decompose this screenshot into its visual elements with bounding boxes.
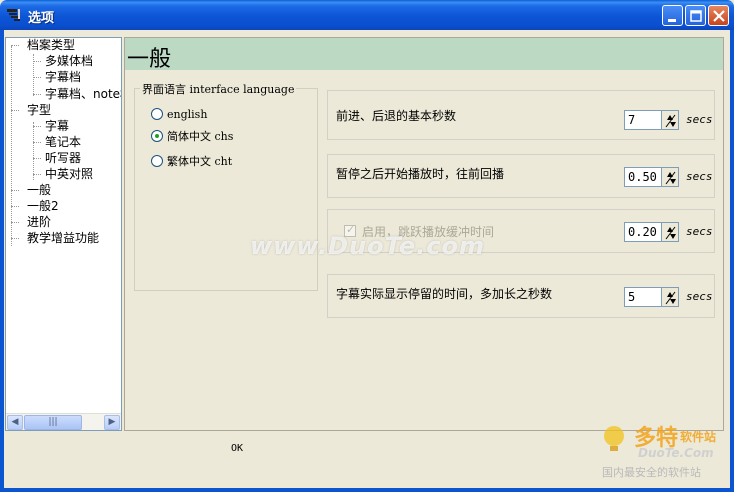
language-groupbox: 界面语言 interface language english 简体中文 chs… <box>134 81 318 291</box>
ok-button[interactable]: OK <box>231 443 243 454</box>
watermark-text: www.DuoTe.com <box>250 232 485 260</box>
spinner-button[interactable] <box>661 222 679 242</box>
close-button[interactable] <box>708 5 729 26</box>
radio-button[interactable] <box>151 155 163 167</box>
radio-label: english <box>167 107 208 121</box>
chevron-left-icon: ◀ <box>11 417 19 427</box>
tree-connector <box>11 46 12 246</box>
tree-connector <box>33 94 41 95</box>
scroll-thumb[interactable]: ||| <box>24 415 82 430</box>
radio-label: 繁体中文 cht <box>167 155 233 168</box>
radio-simplified-chinese[interactable]: 简体中文 chs <box>151 128 233 144</box>
tree-connector <box>11 45 19 46</box>
close-icon <box>713 10 725 22</box>
setting-subtitle-extra-time: 字幕实际显示停留的时间，多加长之秒数 5 secs <box>327 274 715 318</box>
unit-label: secs <box>686 225 713 238</box>
minimize-icon <box>668 19 676 22</box>
scroll-right-button[interactable]: ▶ <box>104 415 120 430</box>
minimize-button[interactable] <box>662 5 683 26</box>
maximize-icon <box>690 10 702 22</box>
tree-connector <box>33 158 41 159</box>
tree-connector <box>33 142 41 143</box>
rewind-seconds-input[interactable]: 0.50 <box>624 167 662 187</box>
tree-connector <box>11 222 19 223</box>
tree-connector <box>11 190 19 191</box>
tree-connector <box>33 126 41 127</box>
tree-item-teaching-features[interactable]: 教学增益功能 <box>27 231 99 245</box>
tree-connector <box>11 238 19 239</box>
bulb-logo-icon <box>604 426 624 451</box>
unit-label: secs <box>686 170 713 183</box>
section-header: 一般 <box>125 38 723 72</box>
tree-item-bilingual[interactable]: 中英对照 <box>45 167 93 181</box>
radio-english[interactable]: english <box>151 106 207 122</box>
tree-item-file-types[interactable]: 档案类型 <box>27 38 75 52</box>
language-group-legend: 界面语言 interface language <box>140 81 297 97</box>
tree-item-advanced[interactable]: 进阶 <box>27 215 51 229</box>
radio-button[interactable] <box>151 130 163 142</box>
jump-buffer-input[interactable]: 0.20 <box>624 222 662 242</box>
section-title: 一般 <box>127 47 172 72</box>
tree-item-notebook[interactable]: 笔记本 <box>45 135 81 149</box>
tree-connector <box>33 77 41 78</box>
logo-url: DuoTe.Com <box>638 446 714 460</box>
grip-icon: ||| <box>48 417 58 427</box>
app-icon <box>6 7 24 23</box>
spinner-arrows-icon <box>665 291 676 305</box>
tree-connector <box>11 206 19 207</box>
tree-item-media-files[interactable]: 多媒体档 <box>45 54 93 68</box>
setting-label: 暂停之后开始播放时，往前回播 <box>336 167 505 181</box>
tree-connector <box>33 174 41 175</box>
seek-seconds-input[interactable]: 7 <box>624 110 662 130</box>
tree-connector <box>11 110 19 111</box>
spinner-arrows-icon <box>665 171 676 185</box>
spinner-button[interactable] <box>661 167 679 187</box>
spinner-arrows-icon <box>665 114 676 128</box>
window-title: 选项 <box>28 11 55 26</box>
setting-label: 前进、后退的基本秒数 <box>336 109 457 123</box>
radio-label: 简体中文 chs <box>167 130 234 143</box>
radio-traditional-chinese[interactable]: 繁体中文 cht <box>151 153 232 169</box>
tree-item-general[interactable]: 一般 <box>27 183 51 197</box>
chevron-right-icon: ▶ <box>108 417 116 427</box>
spinner-arrows-icon <box>665 226 676 240</box>
window-border-left <box>0 30 4 492</box>
spinner-button[interactable] <box>661 287 679 307</box>
radio-button[interactable] <box>151 108 163 120</box>
unit-label: secs <box>686 290 713 303</box>
tree-connector <box>33 122 34 180</box>
window-border-bottom <box>0 488 734 492</box>
tree-connector <box>33 61 41 62</box>
tree-horizontal-scrollbar[interactable]: ◀ ||| ▶ <box>6 413 121 430</box>
maximize-button[interactable] <box>685 5 706 26</box>
logo-slogan: 国内最安全的软件站 <box>602 466 701 479</box>
tree-item-fonts[interactable]: 字型 <box>27 103 51 117</box>
unit-label: secs <box>686 113 713 126</box>
setting-seek-seconds: 前进、后退的基本秒数 7 secs <box>327 90 715 140</box>
tree-item-subtitle-files[interactable]: 字幕档 <box>45 70 81 84</box>
setting-rewind-on-resume: 暂停之后开始播放时，往前回播 0.50 secs <box>327 154 715 198</box>
tree-item-dictation[interactable]: 听写器 <box>45 151 81 165</box>
tree-item-subtitle-note-files[interactable]: 字幕档、note档 <box>45 87 121 101</box>
scroll-left-button[interactable]: ◀ <box>7 415 23 430</box>
options-tree[interactable]: 档案类型 多媒体档 字幕档 字幕档、note档 字型 字幕 笔记本 听写器 中英… <box>5 37 122 431</box>
tree-item-subtitle[interactable]: 字幕 <box>45 119 69 133</box>
spinner-button[interactable] <box>661 110 679 130</box>
watermark-logo: 多特 软件站 DuoTe.Com 国内最安全的软件站 <box>598 418 734 486</box>
subtitle-extra-time-input[interactable]: 5 <box>624 287 662 307</box>
setting-label: 字幕实际显示停留的时间，多加长之秒数 <box>336 287 553 301</box>
title-bar[interactable]: 选项 <box>0 0 734 30</box>
tree-item-general-2[interactable]: 一般2 <box>27 199 59 213</box>
logo-sub: 软件站 <box>680 430 717 444</box>
